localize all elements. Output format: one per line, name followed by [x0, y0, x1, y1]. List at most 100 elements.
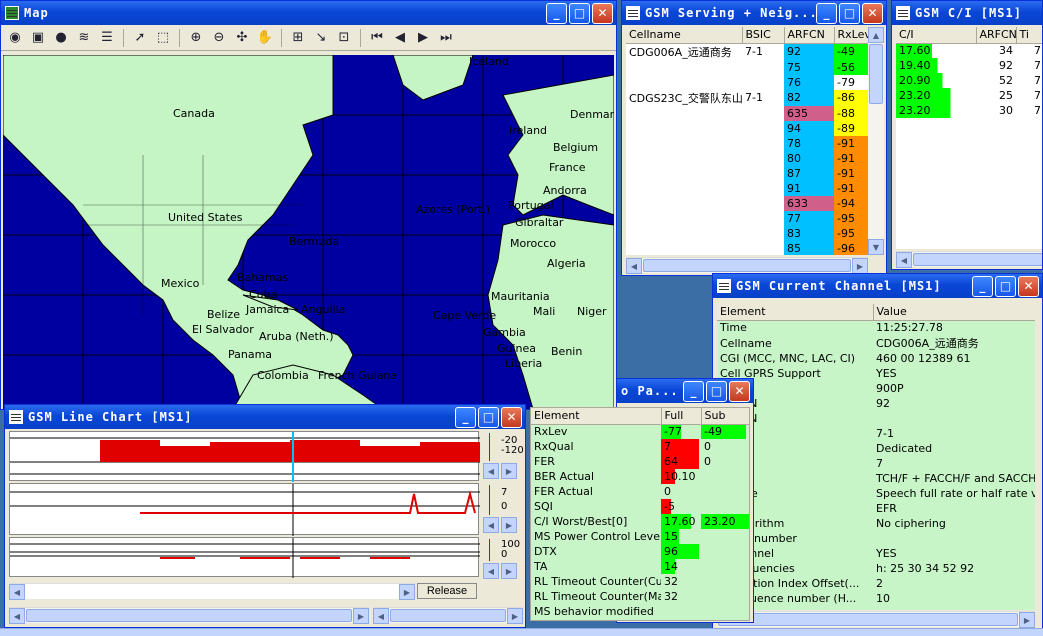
- scroll-thumb[interactable]: [869, 44, 883, 104]
- scroll-left-arrow[interactable]: ◀: [9, 608, 25, 624]
- table-row[interactable]: 76 -79: [626, 74, 868, 90]
- table-row[interactable]: 23.20 30 7: [896, 103, 1042, 118]
- table-row[interactable]: CGI (MCC, MNC, LAC, CI) 460 00 12389 61: [717, 351, 1035, 366]
- table-row[interactable]: C/I Worst/Best[0] 17.60 23.20: [531, 514, 749, 529]
- table-row[interactable]: 85 -96: [626, 240, 868, 255]
- maximize-button[interactable]: □: [706, 380, 727, 402]
- column-header[interactable]: C/I: [896, 27, 977, 44]
- table-row[interactable]: 77 -95: [626, 210, 868, 226]
- table-row[interactable]: 635 -88: [626, 105, 868, 121]
- select-icon[interactable]: ⬚: [153, 28, 173, 48]
- horizontal-scrollbar[interactable]: ◀ ▶: [9, 607, 369, 624]
- column-header[interactable]: RxLev: [834, 27, 868, 44]
- next-icon[interactable]: ▶: [413, 28, 433, 48]
- table-row[interactable]: annel number: [717, 531, 1035, 546]
- image-icon[interactable]: ▣: [28, 28, 48, 48]
- table-row[interactable]: MS behavior modified: [531, 604, 749, 619]
- scroll-thumb[interactable]: [643, 259, 851, 272]
- table-row[interactable]: RxQual 7 0: [531, 439, 749, 454]
- table-row[interactable]: Allocation Index Offset(... 2: [717, 576, 1035, 591]
- column-header[interactable]: Value: [873, 304, 1035, 321]
- ruler-icon[interactable]: ⊞: [288, 28, 308, 48]
- zoom-out-icon[interactable]: ⊖: [209, 28, 229, 48]
- table-row[interactable]: 78 -91: [626, 135, 868, 151]
- scroll-left-arrow[interactable]: ◀: [483, 563, 499, 579]
- scroll-right-arrow[interactable]: ▶: [399, 584, 415, 600]
- scroll-left-arrow[interactable]: ◀: [896, 252, 912, 268]
- close-button[interactable]: ✕: [729, 380, 750, 402]
- current-titlebar[interactable]: GSM Current Channel [MS1] _ □ ✕: [713, 274, 1042, 298]
- table-row[interactable]: 87 -91: [626, 165, 868, 181]
- scroll-left-arrow[interactable]: ◀: [626, 258, 642, 274]
- minimize-button[interactable]: _: [816, 2, 837, 24]
- scroll-right-arrow[interactable]: ▶: [1019, 612, 1035, 628]
- scroll-thumb[interactable]: [913, 253, 1042, 266]
- table-row[interactable]: CDGS23C_交警队东山 7-1 82 -86: [626, 89, 868, 106]
- table-row[interactable]: RxLev -77 -49: [531, 424, 749, 439]
- scroll-right-arrow[interactable]: ▶: [353, 608, 369, 624]
- table-row[interactable]: BER Actual 10.10: [531, 469, 749, 484]
- pointer-icon[interactable]: ➚: [130, 28, 150, 48]
- scroll-left-arrow[interactable]: ◀: [483, 463, 499, 479]
- scroll-thumb[interactable]: [390, 609, 506, 622]
- chart-panel-1[interactable]: [9, 431, 480, 482]
- maximize-button[interactable]: □: [569, 2, 590, 24]
- serving-grid[interactable]: Cellname BSIC ARFCN RxLev CDG006A_远通商务 7-…: [626, 27, 868, 255]
- maximize-button[interactable]: □: [478, 406, 499, 428]
- earth-icon[interactable]: ●: [51, 28, 71, 48]
- globe-icon[interactable]: ◉: [5, 28, 25, 48]
- first-icon[interactable]: ⏮: [367, 28, 387, 48]
- scroll-left-arrow[interactable]: ◀: [9, 584, 25, 600]
- column-header[interactable]: Sub: [701, 408, 749, 425]
- table-row[interactable]: 94 -89: [626, 120, 868, 136]
- table-row[interactable]: 633 -94: [626, 195, 868, 211]
- column-header[interactable]: ARFCN: [976, 27, 1017, 44]
- params-grid[interactable]: Element Full Sub RxLev -77 -49 RxQual 7 0 FER 6…: [530, 407, 750, 621]
- scroll-thumb[interactable]: [26, 609, 352, 622]
- column-header[interactable]: Element: [717, 304, 874, 321]
- table-row[interactable]: MS Power Control Level 15: [531, 529, 749, 544]
- minimize-button[interactable]: _: [683, 380, 704, 402]
- current-grid[interactable]: Element Value Time 11:25:27.78 Cellname CDG…: [717, 304, 1035, 610]
- table-row[interactable]: 23.20 25 7: [896, 88, 1042, 103]
- table-row[interactable]: 75 -56: [626, 59, 868, 75]
- minimize-button[interactable]: _: [546, 2, 567, 24]
- ci-titlebar[interactable]: GSM C/I [MS1]: [892, 1, 1042, 25]
- table-row[interactable]: 20.90 52 7: [896, 73, 1042, 88]
- scroll-right-arrow[interactable]: ▶: [501, 517, 517, 533]
- chart-panel-3[interactable]: [9, 537, 480, 578]
- minimize-button[interactable]: _: [455, 406, 476, 428]
- horizontal-scrollbar[interactable]: ◀: [896, 251, 1042, 268]
- serving-titlebar[interactable]: GSM Serving + Neig... _ □ ✕: [622, 1, 886, 25]
- table-row[interactable]: FER Actual 0: [531, 484, 749, 499]
- table-row[interactable]: ot7: [717, 456, 1035, 471]
- table-row[interactable]: l modeSpeech full rate or half rate vers…: [717, 486, 1035, 501]
- column-header[interactable]: Full: [661, 408, 702, 425]
- table-row[interactable]: RL Timeout Counter(Cur) 32: [531, 574, 749, 589]
- layers-icon[interactable]: ≋: [74, 28, 94, 48]
- minimize-button[interactable]: _: [972, 275, 993, 297]
- horizontal-scrollbar[interactable]: ▶: [717, 611, 1035, 628]
- table-row[interactable]: CodecEFR: [717, 501, 1035, 516]
- scroll-thumb[interactable]: [718, 613, 1018, 626]
- zoom-in-icon[interactable]: ⊕: [186, 28, 206, 48]
- scroll-right-arrow[interactable]: ▶: [852, 258, 868, 274]
- column-header[interactable]: ARFCN: [784, 27, 835, 44]
- close-button[interactable]: ✕: [592, 2, 613, 24]
- zoom-extent-icon[interactable]: ✣: [232, 28, 252, 48]
- table-row[interactable]: 83 -95: [626, 225, 868, 241]
- table-row[interactable]: Cellname CDG006A_远通商务: [717, 335, 1035, 351]
- table-row[interactable]: 19.40 92 7: [896, 58, 1042, 73]
- ci-grid[interactable]: C/I ARFCN Ti 17.60 34 7 19.40 92 7 20.90 52 7 23.…: [896, 27, 1042, 249]
- table-row[interactable]: g frequencies h: 25 30 34 52 92: [717, 561, 1035, 576]
- scroll-left-arrow[interactable]: ◀: [483, 517, 499, 533]
- last-icon[interactable]: ⏭: [436, 28, 456, 48]
- table-row[interactable]: 17.60 34 7: [896, 43, 1042, 58]
- table-row[interactable]: 900P: [717, 381, 1035, 396]
- table-row[interactable]: RL Timeout Counter(Max) 32: [531, 589, 749, 604]
- scroll-down-arrow[interactable]: ▼: [868, 239, 884, 255]
- scroll-up-arrow[interactable]: ▲: [868, 27, 884, 43]
- pan-hand-icon[interactable]: ✋: [255, 28, 275, 48]
- maximize-button[interactable]: □: [839, 2, 860, 24]
- close-button[interactable]: ✕: [1018, 275, 1039, 297]
